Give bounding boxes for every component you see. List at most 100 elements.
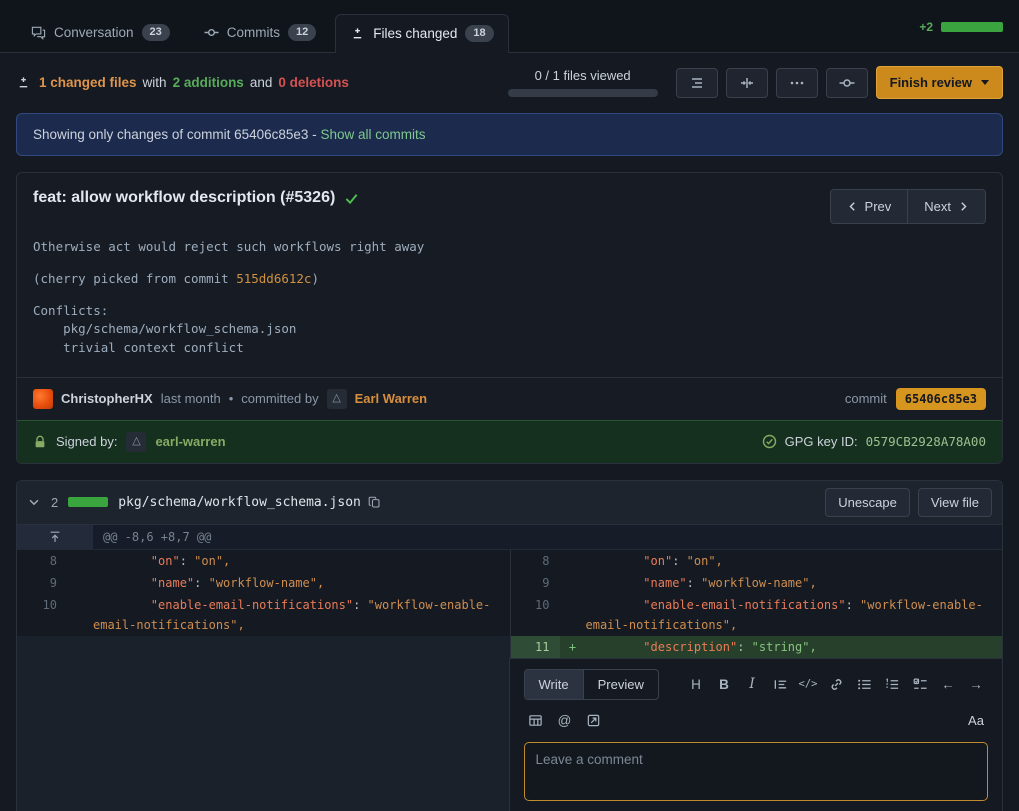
author-avatar[interactable] [33,389,53,409]
new-line-number[interactable]: 8 [510,550,560,572]
line-sign [560,594,586,636]
heading-icon[interactable]: H [684,672,708,696]
numbered-list-icon[interactable] [880,672,904,696]
code-icon[interactable]: </> [796,672,820,696]
quote-icon[interactable] [768,672,792,696]
check-icon [344,191,359,206]
changed-files-link[interactable]: 1 changed files [39,75,137,90]
bullet-list-icon[interactable] [852,672,876,696]
finish-review-button[interactable]: Finish review [876,66,1003,99]
old-code-line: "on": "on", [93,550,510,572]
whitespace-button[interactable] [676,68,718,98]
new-line-number[interactable]: 11 [510,636,560,658]
view-file-button[interactable]: View file [918,488,992,517]
author-name[interactable]: ChristopherHX [61,391,153,406]
ellipsis-icon [789,75,805,91]
committer-avatar[interactable]: △ [327,389,347,409]
commit-header: feat: allow workflow description (#5326)… [17,173,1002,236]
editor-toolbar-row: Write Preview H B I </> [524,669,989,700]
json-key: "enable-email-notifications" [93,598,353,612]
copy-icon[interactable] [368,496,381,509]
split-diff-grid: 8 "on": "on", 8 "on": "on", 9 "name": "w… [17,550,1002,658]
prev-commit-button[interactable]: Prev [831,190,908,223]
signer-avatar[interactable]: △ [126,432,146,452]
indent-icon[interactable]: → [964,672,988,696]
old-line-number[interactable]: 10 [17,594,67,636]
outdent-icon[interactable]: ← [936,672,960,696]
review-commits-button[interactable] [826,68,868,98]
json-punctuation: : [687,576,701,590]
commit-box: feat: allow workflow description (#5326)… [16,172,1003,464]
commit-filter-banner: Showing only changes of commit 65406c85e… [16,113,1003,156]
commit-label: commit [845,391,887,406]
link-icon[interactable] [824,672,848,696]
italic-icon[interactable]: I [740,672,764,696]
changed-files-summary-row: 1 changed files with 2 additions and 0 d… [0,53,1019,105]
diff-stat-bar [941,22,1003,32]
commit-sha-badge[interactable]: 65406c85e3 [896,388,986,410]
font-toggle-button[interactable]: Aa [964,709,988,733]
split-view-button[interactable] [726,68,768,98]
pr-tabbar: Conversation 23 Commits 12 Files changed… [0,0,1019,53]
gpg-key-value: 0579CB2928A78A00 [866,434,986,449]
old-code-line: "name": "workflow-name", [93,572,510,594]
diff-icon [16,75,31,90]
file-diff-header: 2 pkg/schema/workflow_schema.json Unesca… [17,481,1002,525]
task-list-icon[interactable] [908,672,932,696]
json-punctuation: : [672,554,686,568]
additions-count: 2 additions [173,75,244,90]
bold-icon[interactable]: B [712,672,736,696]
show-all-commits-link[interactable]: Show all commits [320,127,425,142]
json-key: "name" [93,576,194,590]
tab-conversation[interactable]: Conversation 23 [16,13,185,52]
commits-icon [204,25,219,40]
new-code-line: "on": "on", [586,550,1003,572]
whitespace-icon [689,75,705,91]
commit-icon [839,75,855,91]
write-tab[interactable]: Write [525,670,583,699]
files-viewed-label: 0 / 1 files viewed [535,68,631,83]
next-commit-button[interactable]: Next [907,190,985,223]
json-key: "name" [586,576,687,590]
old-line-number[interactable]: 9 [17,572,67,594]
cherry-pick-text: (cherry picked from commit [33,271,236,286]
commit-message-body: Otherwise act would reject such workflow… [17,236,1002,377]
file-diff-stat-bar [68,497,108,507]
signature-row: Signed by: △ earl-warren GPG key ID: 057… [17,420,1002,463]
editor-format-tools: H B I </> [684,672,988,696]
editor-tabs: Write Preview [524,669,659,700]
tab-label: Files changed [373,26,457,41]
gpg-key-group: GPG key ID: 0579CB2928A78A00 [762,434,986,449]
hunk-header-text: @@ -8,6 +8,7 @@ [93,525,221,549]
old-line-number[interactable]: 8 [17,550,67,572]
old-code-line: "enable-email-notifications": "workflow-… [93,594,510,636]
line-sign [67,594,93,636]
new-line-number[interactable]: 9 [510,572,560,594]
empty-diff-filler [17,636,510,658]
banner-message: Showing only changes of commit 65406c85e… [33,127,317,142]
tab-commits[interactable]: Commits 12 [189,13,332,52]
tab-files-changed[interactable]: Files changed 18 [335,14,508,53]
commit-sha-group: commit 65406c85e3 [845,388,986,410]
expand-hunk-button[interactable] [17,525,93,549]
comment-textarea[interactable] [524,742,989,801]
json-value: "on", [687,554,723,568]
collapse-file-chevron-icon[interactable] [27,495,41,509]
unescape-button[interactable]: Unescape [825,488,910,517]
more-options-button[interactable] [776,68,818,98]
file-name-text: pkg/schema/workflow_schema.json [118,495,361,510]
line-sign [560,572,586,594]
file-diff-box: 2 pkg/schema/workflow_schema.json Unesca… [16,480,1003,811]
reference-icon[interactable] [582,709,606,733]
table-icon[interactable] [524,709,548,733]
new-line-number[interactable]: 10 [510,594,560,636]
signer-name[interactable]: earl-warren [155,434,225,449]
preview-tab[interactable]: Preview [583,670,658,699]
files-viewed-progress: 0 / 1 files viewed [508,68,658,97]
json-punctuation: : [353,598,367,612]
line-sign [67,572,93,594]
changed-files-summary: 1 changed files with 2 additions and 0 d… [16,75,349,90]
committer-name[interactable]: Earl Warren [355,391,428,406]
cherry-pick-commit-link[interactable]: 515dd6612c [236,271,311,286]
mention-icon[interactable]: @ [553,709,577,733]
